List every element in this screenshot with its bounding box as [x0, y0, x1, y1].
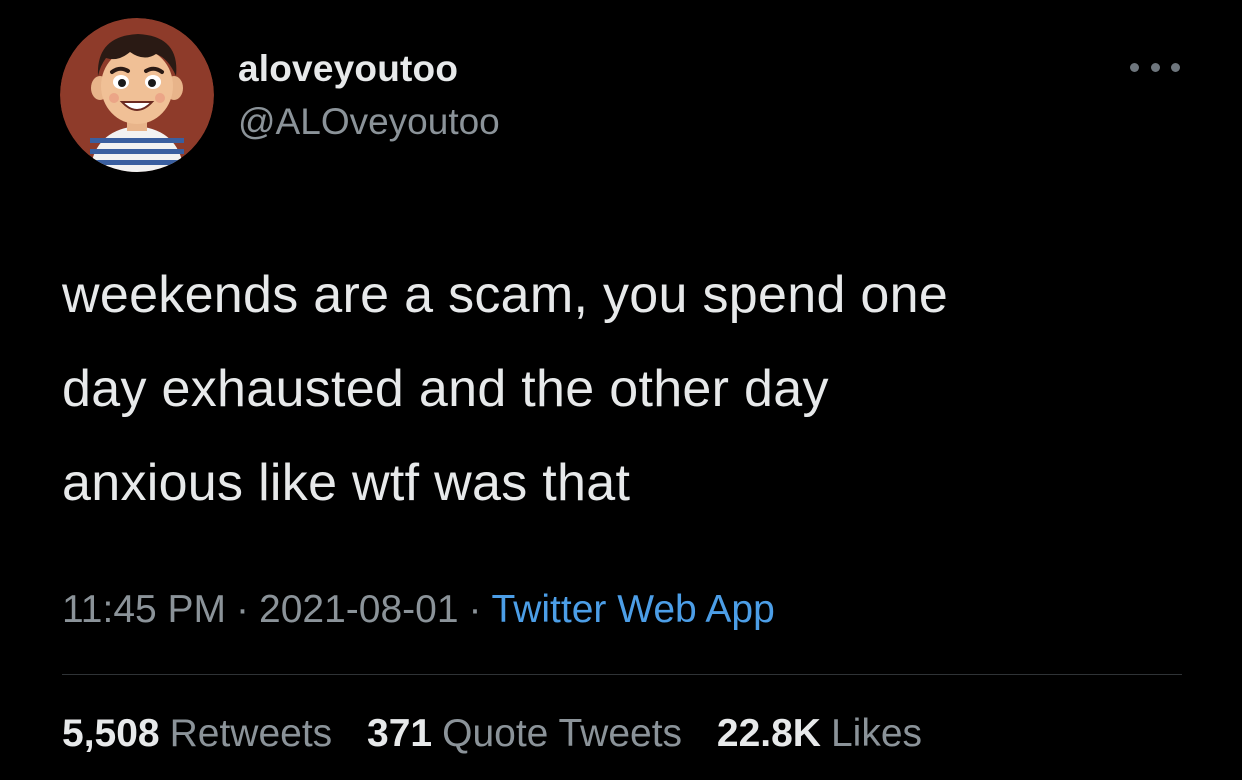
more-horizontal-icon-dot	[1171, 62, 1180, 72]
more-horizontal-icon-dot	[1150, 62, 1160, 72]
author-display-name[interactable]: aloveyoutoo	[238, 48, 458, 90]
tweet-stats: 5,508 Retweets 371 Quote Tweets 22.8K Likes	[62, 712, 946, 756]
tweet-text-line: weekends are a scam, you spend one	[62, 266, 949, 324]
tweet-time[interactable]: 11:45 PM	[62, 588, 226, 631]
quote-tweets-label: Quote Tweets	[442, 712, 683, 755]
quote-tweets-stat[interactable]: 371 Quote Tweets	[367, 712, 682, 756]
divider	[62, 674, 1182, 675]
tweet-text-line: anxious like wtf was that	[62, 454, 631, 512]
tweet-date[interactable]: 2021-08-01	[259, 588, 459, 631]
retweets-stat[interactable]: 5,508 Retweets	[62, 712, 332, 756]
tweet-text-line: day exhausted and the other day	[62, 360, 829, 418]
more-horizontal-icon	[1130, 62, 1139, 72]
tweet-text: weekends are a scam, you spend one day e…	[62, 248, 1182, 530]
meta-separator: ·	[468, 588, 482, 631]
tweet-meta: 11:45 PM · 2021-08-01 · Twitter Web App	[62, 588, 775, 632]
likes-count: 22.8K	[716, 712, 821, 755]
more-options-button[interactable]	[1130, 52, 1180, 82]
avatar[interactable]	[60, 18, 214, 172]
retweets-count: 5,508	[62, 712, 160, 755]
likes-stat[interactable]: 22.8K Likes	[717, 712, 922, 756]
meta-separator: ·	[236, 588, 250, 631]
author-handle[interactable]: @ALOveyoutoo	[238, 101, 500, 143]
quote-tweets-count: 371	[367, 712, 433, 755]
tweet-source-link[interactable]: Twitter Web App	[492, 588, 775, 631]
retweets-label: Retweets	[169, 712, 333, 755]
cartoon-boy-avatar-icon	[60, 18, 214, 172]
tweet-card: aloveyoutoo @ALOveyoutoo weekends are a …	[0, 0, 1242, 780]
likes-label: Likes	[830, 712, 923, 755]
